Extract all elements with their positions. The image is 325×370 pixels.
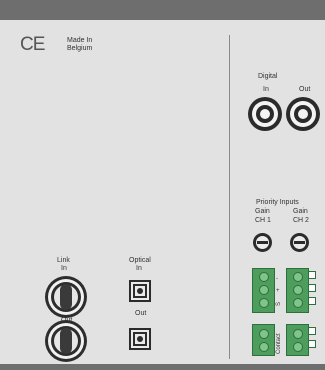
tab-icon	[308, 327, 316, 335]
digital-in-jack[interactable]	[248, 97, 282, 131]
optical-out-label: Out	[135, 310, 147, 317]
latch-icon	[60, 284, 72, 310]
tab-icon	[308, 340, 316, 348]
gain-ch1-knob[interactable]	[253, 233, 272, 252]
screw-icon	[259, 329, 269, 339]
ch1-label: CH 1	[255, 217, 271, 224]
rear-panel: CE Made In Belgium Digital In Out Priori…	[0, 0, 325, 370]
link-title: Link	[57, 257, 70, 264]
ce-mark: CE	[20, 34, 45, 55]
tab-icon	[308, 271, 316, 279]
contact-label: Contact	[276, 333, 282, 354]
digital-title: Digital	[258, 73, 278, 80]
optical-title: Optical	[129, 257, 151, 264]
screw-icon	[293, 342, 303, 352]
made-in-line2: Belgium	[67, 45, 93, 52]
screw-icon	[293, 285, 303, 295]
digital-in-label: In	[263, 86, 269, 93]
made-in-line1: Made In	[67, 37, 93, 44]
tab-icon	[308, 297, 316, 305]
bottom-bezel	[0, 364, 325, 370]
optical-port-icon	[137, 336, 143, 342]
terminal-minus-label: -	[276, 276, 278, 282]
screw-icon	[259, 285, 269, 295]
ch2-terminal-block[interactable]	[286, 268, 309, 313]
top-bezel	[0, 0, 325, 20]
screw-icon	[293, 272, 303, 282]
latch-icon	[60, 328, 72, 354]
contact-terminal-left[interactable]	[252, 324, 275, 356]
made-in-label: Made In Belgium	[67, 37, 92, 53]
gain-ch2-label: Gain	[293, 208, 308, 215]
screw-icon	[293, 329, 303, 339]
terminal-signal-label: S	[276, 301, 282, 306]
optical-in-port[interactable]	[129, 280, 151, 302]
digital-out-label: Out	[299, 86, 311, 93]
slot-icon	[257, 241, 268, 244]
screw-icon	[293, 298, 303, 308]
gain-ch1-label: Gain	[255, 208, 270, 215]
gain-ch2-knob[interactable]	[290, 233, 309, 252]
contact-terminal-right[interactable]	[286, 324, 309, 356]
screw-icon	[259, 272, 269, 282]
link-in-label: In	[61, 265, 67, 272]
optical-out-port[interactable]	[129, 328, 151, 350]
ch2-label: CH 2	[293, 217, 309, 224]
link-in-connector[interactable]	[45, 276, 87, 318]
terminal-plus-label: +	[276, 288, 280, 294]
screw-icon	[259, 298, 269, 308]
optical-port-icon	[137, 288, 143, 294]
ch1-terminal-block[interactable]	[252, 268, 275, 313]
optical-in-label: In	[136, 265, 142, 272]
digital-out-jack[interactable]	[286, 97, 320, 131]
link-out-connector[interactable]	[45, 320, 87, 362]
tab-icon	[308, 284, 316, 292]
priority-inputs-title: Priority Inputs	[256, 199, 299, 206]
slot-icon	[294, 241, 305, 244]
screw-icon	[259, 342, 269, 352]
section-divider	[229, 35, 230, 359]
